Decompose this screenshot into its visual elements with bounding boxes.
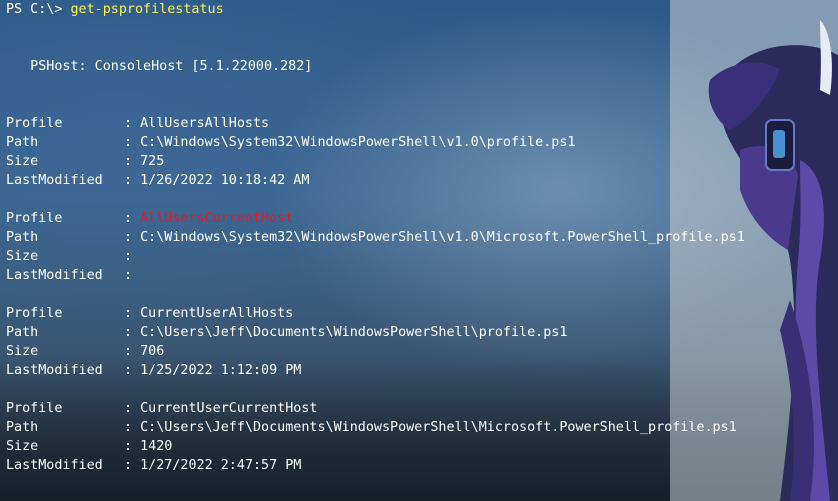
field-value-size: 706 — [140, 344, 165, 359]
field-separator: : — [124, 268, 141, 283]
field-value-path: C:\Users\Jeff\Documents\WindowsPowerShel… — [140, 420, 737, 435]
field-value-path: C:\Windows\System32\WindowsPowerShell\v1… — [140, 230, 745, 245]
powershell-console-output[interactable]: PS C:\> get-psprofilestatus PSHost: Cons… — [6, 0, 826, 475]
field-separator: : — [124, 249, 141, 264]
field-separator: : — [124, 116, 141, 131]
field-label-size: Size — [6, 154, 39, 169]
field-value-profile: AllUsersAllHosts — [140, 116, 270, 131]
record-path-line: Path: C:\Windows\System32\WindowsPowerSh… — [6, 133, 826, 152]
record-profile-line: Profile: AllUsersAllHosts — [6, 114, 826, 133]
field-separator: : — [124, 154, 141, 169]
field-separator: : — [124, 325, 141, 340]
field-value-path: C:\Users\Jeff\Documents\WindowsPowerShel… — [140, 325, 568, 340]
profile-record: Profile: AllUsersCurrentHost Path: C:\Win… — [6, 209, 826, 304]
field-separator: : — [124, 173, 141, 188]
record-path-line: Path: C:\Windows\System32\WindowsPowerSh… — [6, 228, 826, 247]
field-value-size: 1420 — [140, 439, 173, 454]
record-path-line: Path: C:\Users\Jeff\Documents\WindowsPow… — [6, 418, 826, 437]
record-lastmodified-line: LastModified: 1/25/2022 1:12:09 PM — [6, 361, 826, 380]
record-profile-line: Profile: CurrentUserAllHosts — [6, 304, 826, 323]
field-label-path: Path — [6, 135, 39, 150]
field-separator: : — [124, 306, 141, 321]
field-value-profile: AllUsersCurrentHost — [140, 211, 294, 226]
profile-records: Profile: AllUsersAllHosts Path: C:\Window… — [6, 114, 826, 475]
field-value-profile: CurrentUserAllHosts — [140, 306, 294, 321]
field-separator: : — [124, 211, 141, 226]
field-separator: : — [124, 135, 141, 150]
profile-record: Profile: CurrentUserAllHosts Path: C:\Use… — [6, 304, 826, 399]
field-label-profile: Profile — [6, 211, 63, 226]
record-size-line: Size: 1420 — [6, 437, 826, 456]
field-label-size: Size — [6, 439, 39, 454]
field-label-path: Path — [6, 325, 39, 340]
command-text: get-psprofilestatus — [70, 2, 224, 17]
record-size-line: Size: 725 — [6, 152, 826, 171]
field-label-profile: Profile — [6, 116, 63, 131]
record-lastmodified-line: LastModified: — [6, 266, 826, 285]
prompt-line: PS C:\> get-psprofilestatus — [6, 0, 826, 19]
field-separator: : — [124, 344, 141, 359]
field-label-size: Size — [6, 344, 39, 359]
field-label-lastmodified: LastModified — [6, 363, 103, 378]
record-lastmodified-line: LastModified: 1/26/2022 10:18:42 AM — [6, 171, 826, 190]
field-value-lastmodified: 1/25/2022 1:12:09 PM — [140, 363, 302, 378]
field-label-profile: Profile — [6, 306, 63, 321]
field-value-size: 725 — [140, 154, 165, 169]
field-label-size: Size — [6, 249, 39, 264]
record-size-line: Size: — [6, 247, 826, 266]
field-separator: : — [124, 230, 141, 245]
field-separator: : — [124, 458, 141, 473]
field-label-lastmodified: LastModified — [6, 458, 103, 473]
field-value-path: C:\Windows\System32\WindowsPowerShell\v1… — [140, 135, 576, 150]
pshost-line: PSHost: ConsoleHost [5.1.22000.282] — [6, 59, 313, 74]
field-value-lastmodified: 1/26/2022 10:18:42 AM — [140, 173, 310, 188]
profile-record: Profile: CurrentUserCurrentHost Path: C:\… — [6, 399, 826, 475]
field-label-lastmodified: LastModified — [6, 268, 103, 283]
field-value-lastmodified: 1/27/2022 2:47:57 PM — [140, 458, 302, 473]
record-path-line: Path: C:\Users\Jeff\Documents\WindowsPow… — [6, 323, 826, 342]
record-profile-line: Profile: AllUsersCurrentHost — [6, 209, 826, 228]
field-label-profile: Profile — [6, 401, 63, 416]
field-label-path: Path — [6, 420, 39, 435]
record-profile-line: Profile: CurrentUserCurrentHost — [6, 399, 826, 418]
record-size-line: Size: 706 — [6, 342, 826, 361]
field-separator: : — [124, 420, 141, 435]
field-label-lastmodified: LastModified — [6, 173, 103, 188]
field-separator: : — [124, 401, 141, 416]
field-separator: : — [124, 439, 141, 454]
field-value-profile: CurrentUserCurrentHost — [140, 401, 318, 416]
field-label-path: Path — [6, 230, 39, 245]
field-separator: : — [124, 363, 141, 378]
prompt: PS C:\> — [6, 2, 71, 17]
profile-record: Profile: AllUsersAllHosts Path: C:\Window… — [6, 114, 826, 209]
record-lastmodified-line: LastModified: 1/27/2022 2:47:57 PM — [6, 456, 826, 475]
